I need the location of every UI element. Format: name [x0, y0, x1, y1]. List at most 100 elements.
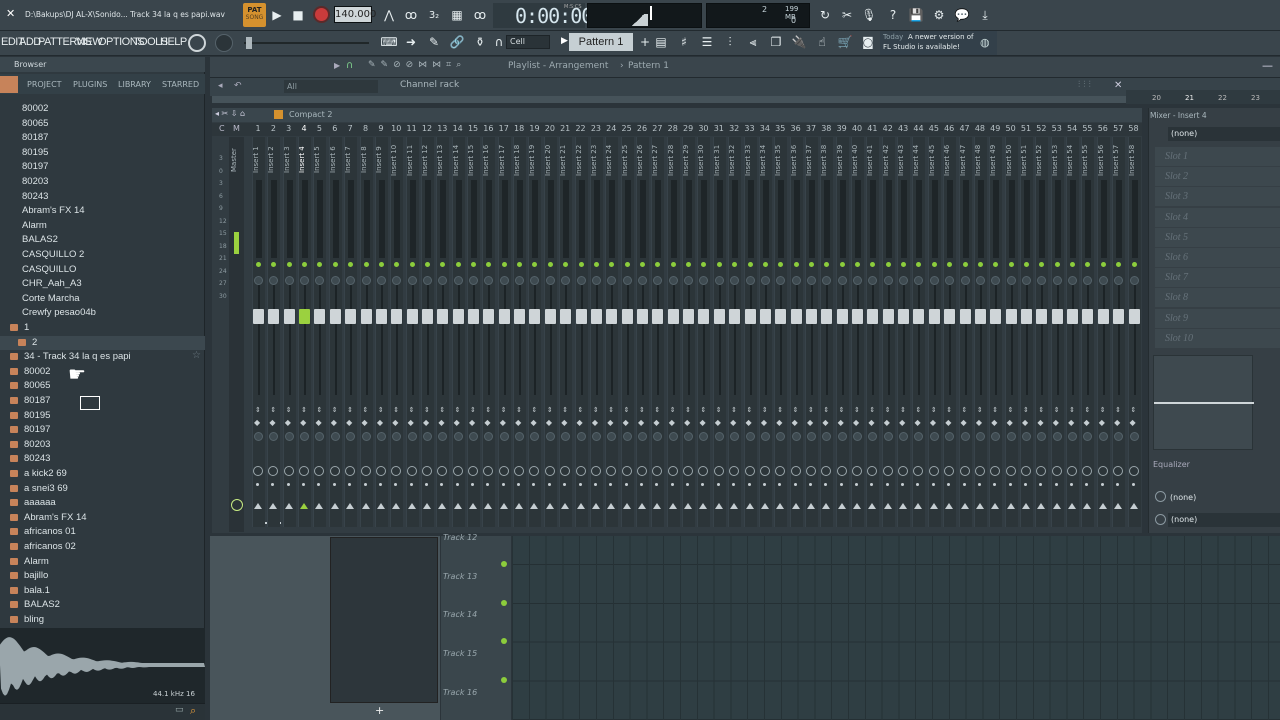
eq-graph[interactable]	[1153, 355, 1254, 450]
insert-swap-icon[interactable]: ⇕	[270, 406, 276, 414]
insert-route-dot[interactable]	[593, 483, 597, 486]
insert-stereo-knob[interactable]	[330, 432, 340, 441]
channel-rack-undo-icon[interactable]: ↶	[234, 81, 242, 91]
insert-stereo-icon[interactable]: ◆	[362, 418, 368, 427]
insert-pan-knob[interactable]	[760, 276, 770, 285]
insert-pan-knob[interactable]	[453, 276, 463, 285]
insert-stereo-knob[interactable]	[714, 432, 724, 441]
insert-swap-icon[interactable]: ⇕	[578, 406, 584, 414]
plug-icon[interactable]: 🔌	[790, 33, 808, 51]
insert-send-arrow[interactable]	[914, 503, 923, 509]
insert-route-dot[interactable]	[332, 483, 336, 486]
insert-route-ring[interactable]	[468, 466, 479, 476]
insert-stereo-knob[interactable]	[453, 432, 463, 441]
insert-stereo-knob[interactable]	[469, 432, 479, 441]
insert-volume-fader[interactable]	[606, 309, 618, 324]
insert-volume-fader[interactable]	[990, 309, 1002, 324]
cut-icon[interactable]: ✂	[838, 6, 856, 24]
pattern-arrow-icon[interactable]: ▶	[561, 36, 568, 46]
insert-active-led[interactable]	[1131, 262, 1137, 267]
arrow-right-icon[interactable]: ➜	[402, 33, 420, 51]
insert-stereo-icon[interactable]: ◆	[1053, 418, 1059, 427]
browser-item[interactable]: 80002	[0, 102, 205, 117]
track-name[interactable]: Track 15	[443, 649, 477, 658]
insert-pan-knob[interactable]	[1022, 276, 1031, 285]
play-icon[interactable]: ▶	[268, 6, 286, 24]
insert-stereo-knob[interactable]	[638, 432, 647, 441]
effect-slot[interactable]: Slot 4	[1155, 207, 1280, 227]
insert-volume-fader[interactable]	[468, 309, 480, 324]
insert-volume-fader[interactable]	[959, 309, 971, 324]
insert-swap-icon[interactable]: ⇕	[946, 406, 952, 414]
insert-stereo-knob[interactable]	[929, 432, 939, 441]
browser-item[interactable]: Alarm	[0, 555, 205, 570]
insert-route-dot[interactable]	[962, 483, 966, 486]
track-led[interactable]	[501, 561, 507, 567]
insert-pan-knob[interactable]	[745, 276, 755, 285]
insert-volume-fader[interactable]	[1067, 309, 1079, 324]
insert-send-arrow[interactable]	[300, 503, 309, 509]
insert-stereo-icon[interactable]: ◆	[515, 418, 521, 427]
effect-slot[interactable]: Slot 5	[1155, 227, 1280, 247]
insert-stereo-icon[interactable]: ◆	[408, 418, 414, 427]
insert-pan-knob[interactable]	[545, 276, 555, 285]
insert-send-arrow[interactable]	[346, 503, 355, 509]
insert-stereo-knob[interactable]	[960, 432, 970, 441]
insert-pan-knob[interactable]	[714, 276, 724, 285]
insert-volume-fader[interactable]	[345, 309, 357, 324]
insert-active-led[interactable]	[931, 262, 937, 267]
mic-icon[interactable]: 🎙	[860, 6, 878, 24]
insert-swap-icon[interactable]: ⇕	[516, 406, 522, 414]
insert-stereo-icon[interactable]: ◆	[454, 418, 460, 427]
insert-route-ring[interactable]	[575, 466, 586, 476]
insert-swap-icon[interactable]: ⇕	[455, 406, 461, 414]
insert-route-dot[interactable]	[455, 483, 459, 486]
insert-send-arrow[interactable]	[760, 503, 769, 509]
insert-route-dot[interactable]	[670, 483, 674, 486]
insert-swap-icon[interactable]: ⇕	[716, 406, 722, 414]
insert-stereo-icon[interactable]: ◆	[561, 418, 567, 427]
insert-route-ring[interactable]	[637, 466, 647, 476]
insert-send-arrow[interactable]	[991, 503, 1000, 509]
insert-swap-icon[interactable]: ⇕	[931, 406, 937, 414]
insert-stereo-icon[interactable]: ◆	[976, 418, 982, 427]
insert-route-ring[interactable]	[1051, 466, 1062, 476]
mixer-preset[interactable]: Compact 2	[289, 110, 332, 119]
insert-route-dot[interactable]	[1008, 483, 1012, 486]
insert-active-led[interactable]	[286, 262, 292, 267]
insert-active-led[interactable]	[716, 262, 722, 267]
insert-stereo-knob[interactable]	[591, 432, 601, 441]
insert-active-led[interactable]	[424, 262, 430, 267]
insert-volume-fader[interactable]	[498, 309, 510, 324]
insert-send-arrow[interactable]	[530, 503, 539, 509]
insert-swap-icon[interactable]: ⇕	[915, 406, 921, 414]
browser-item[interactable]: 2	[0, 335, 205, 351]
insert-swap-icon[interactable]: ⇕	[700, 406, 706, 414]
insert-swap-icon[interactable]: ⇕	[762, 406, 768, 414]
insert-stereo-icon[interactable]: ◆	[638, 418, 644, 427]
insert-volume-fader[interactable]	[391, 309, 403, 324]
insert-swap-icon[interactable]: ⇕	[992, 406, 998, 414]
insert-stereo-knob[interactable]	[576, 432, 586, 441]
insert-pan-knob[interactable]	[422, 276, 432, 285]
insert-stereo-icon[interactable]: ◆	[807, 418, 813, 427]
insert-volume-fader[interactable]	[406, 309, 418, 324]
insert-swap-icon[interactable]: ⇕	[670, 406, 676, 414]
insert-send-arrow[interactable]	[791, 503, 800, 509]
effect-slot[interactable]: Slot 7	[1155, 268, 1280, 288]
insert-stereo-icon[interactable]: ◆	[715, 418, 721, 427]
insert-active-led[interactable]	[332, 262, 338, 267]
piano-icon[interactable]: ⌨	[380, 33, 398, 51]
insert-volume-fader[interactable]	[805, 309, 817, 324]
insert-volume-fader[interactable]	[867, 309, 879, 324]
insert-active-led[interactable]	[455, 262, 461, 267]
insert-stereo-icon[interactable]: ◆	[484, 418, 490, 427]
effect-slot[interactable]: Slot 2	[1155, 167, 1280, 187]
insert-route-ring[interactable]	[882, 466, 893, 476]
insert-swap-icon[interactable]: ⇕	[854, 406, 860, 414]
insert-send-arrow[interactable]	[499, 503, 508, 509]
master-send-knob[interactable]	[231, 499, 243, 511]
insert-active-led[interactable]	[762, 262, 768, 267]
insert-swap-icon[interactable]: ⇕	[485, 406, 491, 414]
insert-swap-icon[interactable]: ⇕	[1038, 406, 1044, 414]
